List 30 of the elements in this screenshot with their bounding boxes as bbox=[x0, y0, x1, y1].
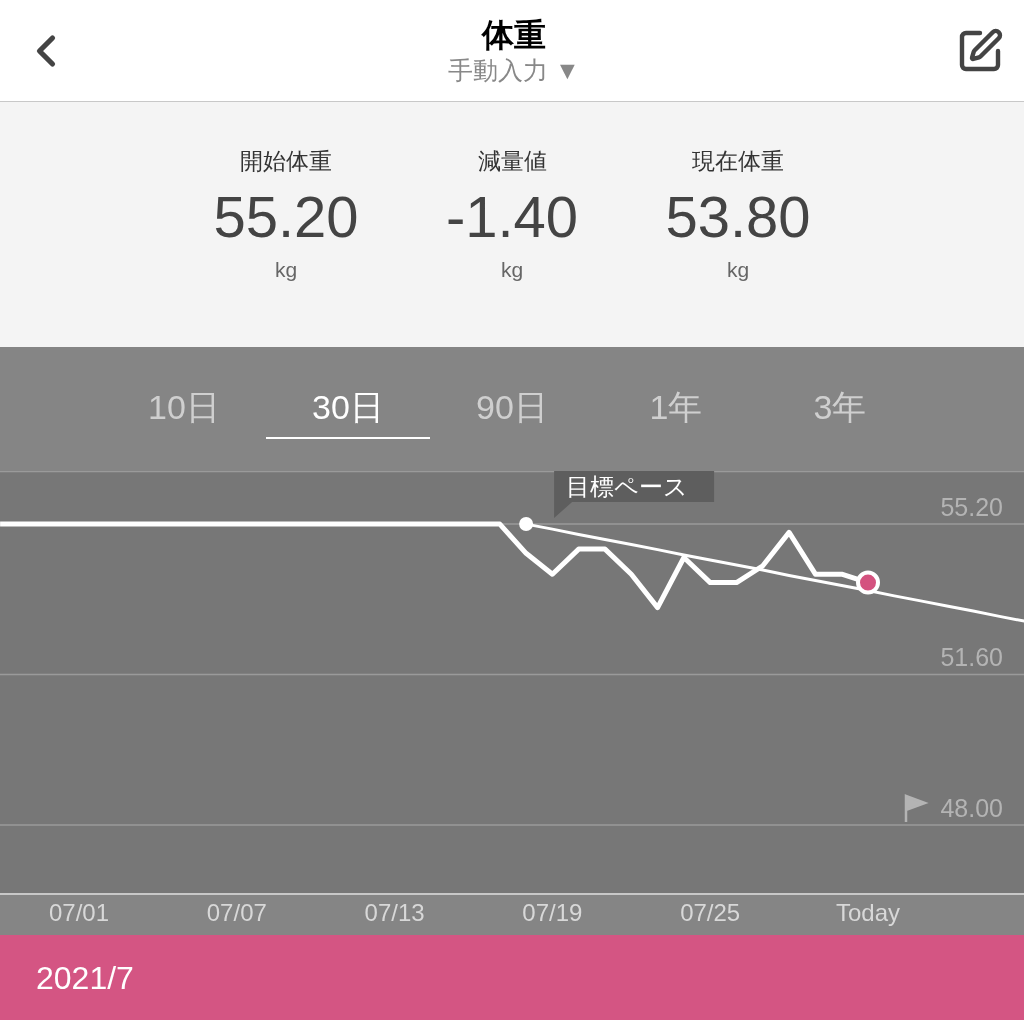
month-label: 2021/7 bbox=[36, 958, 134, 998]
goal-start-dot bbox=[519, 517, 534, 532]
x-axis-label: 07/25 bbox=[680, 899, 741, 926]
stat-label: 現在体重 bbox=[692, 147, 784, 176]
goal-pace-label: 目標ペース bbox=[566, 473, 689, 500]
x-axis-label: 07/19 bbox=[522, 899, 583, 926]
stat-value: 55.20 bbox=[213, 182, 359, 251]
x-axis-label: Today bbox=[836, 899, 900, 926]
stat-value: -1.40 bbox=[445, 182, 579, 251]
range-tab[interactable]: 3年 bbox=[758, 377, 922, 439]
flag-icon bbox=[904, 794, 929, 824]
range-tab[interactable]: 30日 bbox=[266, 377, 430, 439]
page-title: 体重 bbox=[482, 15, 546, 55]
x-axis-label: 07/07 bbox=[206, 899, 267, 926]
stat-unit: kg bbox=[726, 256, 750, 283]
x-axis-label: 07/01 bbox=[48, 899, 110, 926]
range-tab[interactable]: 10日 bbox=[102, 377, 266, 439]
stat-unit: kg bbox=[500, 256, 524, 283]
stat-label: 減量値 bbox=[477, 147, 547, 176]
stat-unit: kg bbox=[274, 256, 298, 283]
current-weight-dot bbox=[856, 570, 880, 595]
input-mode-dropdown[interactable]: 手動入力 ▼ bbox=[448, 54, 580, 87]
y-axis-label: 55.20 bbox=[940, 493, 1003, 522]
range-tab[interactable]: 90日 bbox=[430, 377, 594, 439]
y-axis-label: 48.00 bbox=[940, 793, 1003, 822]
range-tab[interactable]: 1年 bbox=[594, 377, 758, 439]
x-axis-label: 07/13 bbox=[364, 899, 425, 926]
y-axis-label: 51.60 bbox=[940, 643, 1003, 672]
stat-label: 開始体重 bbox=[240, 147, 332, 176]
stat-value: 53.80 bbox=[665, 182, 811, 251]
